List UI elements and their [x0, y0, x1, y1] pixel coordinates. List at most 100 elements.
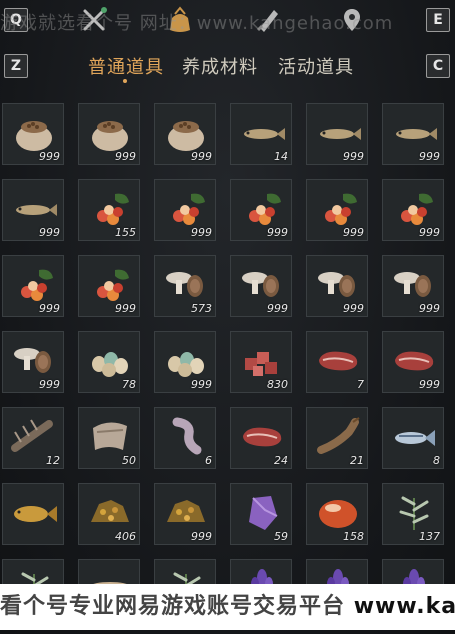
herb-icon [19, 572, 49, 606]
inventory-slot[interactable] [306, 559, 368, 621]
herb-icon [171, 572, 201, 606]
item-quantity: 8 [433, 454, 440, 467]
carp-icon [14, 506, 57, 522]
inventory-slot[interactable]: 999 [78, 255, 140, 317]
prev-tab-key[interactable]: Z [4, 54, 28, 78]
blue-fish-icon [395, 430, 435, 446]
map-pin-icon[interactable] [338, 6, 366, 34]
scroll-icon[interactable] [254, 6, 282, 34]
inventory-slot[interactable]: 999 [154, 103, 216, 165]
item-quantity: 406 [115, 530, 136, 543]
item-quantity: 50 [122, 454, 136, 467]
item-quantity: 999 [191, 150, 212, 163]
purple-flower-icon [251, 569, 273, 606]
top-bar: Q E [0, 0, 455, 40]
inventory-slot[interactable]: 999 [382, 331, 444, 393]
item-quantity: 12 [46, 454, 60, 467]
inventory-slot[interactable]: 999 [230, 179, 292, 241]
inventory-slot[interactable]: 999 [2, 331, 64, 393]
inventory-slot[interactable] [78, 559, 140, 621]
red-berries-icon [173, 193, 205, 225]
mushrooms-icon [318, 272, 355, 297]
inventory-slot[interactable] [382, 559, 444, 621]
item-quantity: 999 [39, 226, 60, 239]
inventory-slot[interactable] [2, 483, 64, 545]
inventory-slot[interactable]: 158 [306, 483, 368, 545]
inventory-slot[interactable]: 999 [382, 103, 444, 165]
fish-icon [244, 128, 285, 140]
inventory-slot[interactable]: 999 [2, 103, 64, 165]
inventory-slot[interactable]: 999 [306, 179, 368, 241]
tab-growth-materials[interactable]: 养成材料 [182, 53, 258, 79]
item-quantity: 999 [343, 150, 364, 163]
inventory-slot[interactable]: 999 [154, 483, 216, 545]
inventory-slot[interactable]: 21 [306, 407, 368, 469]
item-quantity: 999 [267, 302, 288, 315]
inventory-slot[interactable]: 999 [382, 255, 444, 317]
inventory-slot[interactable]: 50 [78, 407, 140, 469]
item-quantity: 24 [274, 454, 288, 467]
item-quantity: 999 [343, 302, 364, 315]
inventory-slot[interactable]: 999 [2, 179, 64, 241]
item-quantity: 999 [419, 150, 440, 163]
bag-icon[interactable] [166, 6, 194, 34]
inventory-slot[interactable] [2, 559, 64, 621]
inventory-slot[interactable]: 12 [2, 407, 64, 469]
next-tab-key[interactable]: C [426, 54, 450, 78]
tab-normal-items[interactable]: 普通道具 [88, 53, 164, 79]
next-category-key[interactable]: E [426, 8, 450, 32]
mushrooms-icon [166, 272, 203, 297]
item-quantity: 999 [343, 226, 364, 239]
item-quantity: 7 [357, 378, 364, 391]
inventory-slot[interactable]: 999 [154, 331, 216, 393]
red-berries-icon [249, 193, 281, 225]
red-berries-icon [97, 193, 129, 225]
item-quantity: 999 [39, 150, 60, 163]
inventory-slot[interactable]: 24 [230, 407, 292, 469]
spiny-fish-icon [11, 419, 53, 452]
tab-event-items[interactable]: 活动道具 [278, 53, 354, 79]
inventory-slot[interactable]: 59 [230, 483, 292, 545]
item-quantity: 999 [191, 378, 212, 391]
inventory-slot[interactable]: 999 [306, 255, 368, 317]
inventory-slot[interactable]: 999 [382, 179, 444, 241]
inventory-slot[interactable]: 999 [154, 179, 216, 241]
eggs-icon [168, 352, 204, 377]
inventory-slot[interactable]: 7 [306, 331, 368, 393]
category-tabs: Z 普通道具 养成材料 活动道具 C [0, 50, 455, 84]
purple-flower-icon [327, 569, 349, 606]
inventory-slot[interactable]: 830 [230, 331, 292, 393]
intestine-icon [172, 417, 202, 455]
catfish-icon [317, 417, 360, 454]
inventory-slot[interactable]: 137 [382, 483, 444, 545]
inventory-slot[interactable]: 573 [154, 255, 216, 317]
item-quantity: 573 [191, 302, 212, 315]
inventory-slot[interactable]: 999 [306, 103, 368, 165]
mushrooms-icon [14, 348, 51, 373]
item-quantity: 999 [115, 150, 136, 163]
fish-icon [16, 204, 57, 216]
fish-icon [396, 128, 437, 140]
inventory-slot[interactable]: 8 [382, 407, 444, 469]
item-quantity: 999 [419, 302, 440, 315]
inventory-slot[interactable]: 78 [78, 331, 140, 393]
inventory-slot[interactable]: 999 [230, 255, 292, 317]
inventory-slot[interactable] [154, 559, 216, 621]
crossed-tools-icon[interactable] [80, 6, 108, 34]
herb-icon [399, 496, 429, 530]
mushrooms-icon [242, 272, 279, 297]
inventory-slot[interactable]: 999 [78, 103, 140, 165]
item-quantity: 999 [39, 302, 60, 315]
red-berries-icon [21, 269, 53, 301]
inventory-slot[interactable]: 155 [78, 179, 140, 241]
inventory-slot[interactable] [230, 559, 292, 621]
inventory-slot[interactable]: 999 [2, 255, 64, 317]
inventory-slot[interactable]: 406 [78, 483, 140, 545]
steak-icon [395, 351, 434, 371]
red-berries-icon [97, 269, 129, 301]
inventory-slot[interactable]: 6 [154, 407, 216, 469]
prev-category-key[interactable]: Q [4, 8, 28, 32]
ore-icon [167, 500, 205, 522]
item-quantity: 155 [115, 226, 136, 239]
inventory-slot[interactable]: 14 [230, 103, 292, 165]
